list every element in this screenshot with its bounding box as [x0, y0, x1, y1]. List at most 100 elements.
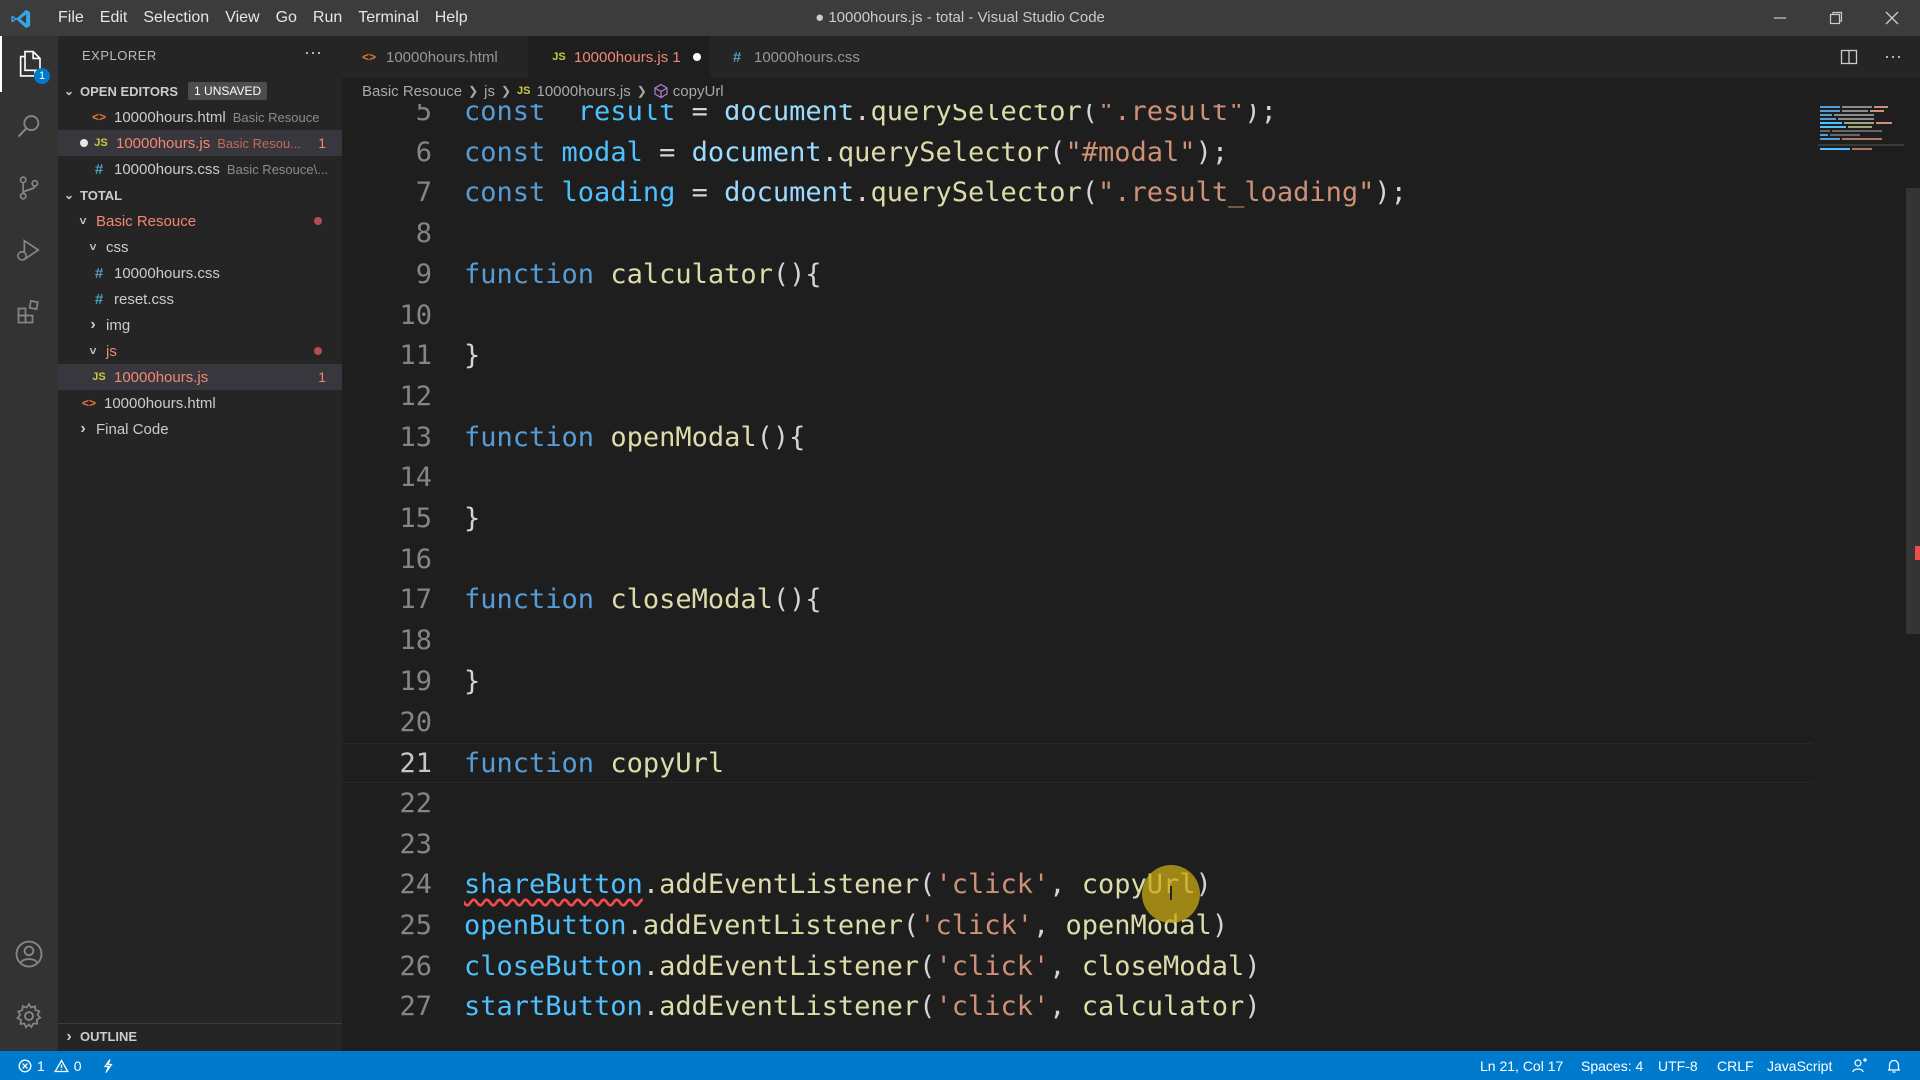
indentation-status[interactable]: Spaces: 4	[1581, 1051, 1643, 1080]
code-line[interactable]: 16	[342, 540, 1812, 580]
explorer-activity-button[interactable]: 1	[0, 36, 58, 92]
tree-file-10000hours-html[interactable]: <> 10000hours.html	[58, 390, 342, 416]
more-actions-icon[interactable]: ···	[1884, 46, 1902, 67]
code-line[interactable]: 24 shareButton.addEventListener('click', …	[342, 865, 1812, 905]
tree-folder-js[interactable]: ˅ js	[58, 338, 342, 364]
code-line[interactable]: 27 startButton.addEventListener('click', …	[342, 987, 1812, 1027]
menu-view[interactable]: View	[217, 0, 267, 36]
feedback-status[interactable]	[1852, 1051, 1868, 1080]
css-file-icon: #	[732, 48, 742, 66]
code-line[interactable]: 6 const modal = document.querySelector("#…	[342, 133, 1812, 173]
code-line[interactable]: 17 function closeModal(){	[342, 580, 1812, 620]
code-token: (){	[772, 584, 822, 616]
code-line[interactable]: 5 const result = document.querySelector("…	[342, 104, 1812, 132]
code-line[interactable]: 12	[342, 377, 1812, 417]
code-line[interactable]: 9 function calculator(){	[342, 255, 1812, 295]
search-activity-button[interactable]	[0, 98, 58, 154]
js-file-icon: JS	[517, 85, 531, 97]
code-token: copyUrl	[610, 748, 725, 780]
code-token: (	[919, 869, 936, 901]
problems-status[interactable]: 1 0	[18, 1051, 82, 1080]
run-debug-activity-button[interactable]	[0, 222, 58, 278]
chevron-down-icon: ˅	[79, 214, 87, 228]
code-line[interactable]: 14	[342, 458, 1812, 498]
chevron-down-icon: ˅	[89, 344, 97, 358]
code-line[interactable]: 11}	[342, 336, 1812, 376]
cursor-position-status[interactable]: Ln 21, Col 17	[1480, 1051, 1563, 1080]
unsaved-dot-icon[interactable]	[80, 139, 88, 147]
tree-file-10000hours-js[interactable]: JS 10000hours.js 1	[58, 364, 342, 390]
code-line[interactable]: 20	[342, 703, 1812, 743]
line-number: 24	[399, 869, 432, 901]
tab-10000hours-css[interactable]: # 10000hours.css	[710, 36, 890, 78]
tree-folder-basic-resouce[interactable]: ˅ Basic Resouce	[58, 208, 342, 234]
extensions-activity-button[interactable]	[0, 284, 58, 340]
live-share-status[interactable]	[100, 1051, 116, 1080]
menu-go[interactable]: Go	[268, 0, 305, 36]
code-token: querySelector	[870, 104, 1082, 127]
scrollbar-thumb[interactable]	[1906, 188, 1920, 634]
feedback-icon	[1852, 1057, 1867, 1072]
tree-file-10000hours-css[interactable]: # 10000hours.css	[58, 260, 342, 286]
tree-file-reset-css[interactable]: # reset.css	[58, 286, 342, 312]
restore-button[interactable]	[1808, 0, 1864, 36]
code-line[interactable]: 22	[342, 784, 1812, 824]
open-editor-item[interactable]: JS 10000hours.js Basic Resou... 1	[58, 130, 342, 156]
close-window-button[interactable]	[1864, 0, 1920, 36]
tree-folder-css[interactable]: ˅ css	[58, 234, 342, 260]
code-token: modal	[561, 136, 643, 168]
code-line[interactable]: 23	[342, 825, 1812, 865]
code-line[interactable]: 19}	[342, 662, 1812, 702]
code-token: =	[675, 104, 725, 127]
split-editor-icon[interactable]	[1840, 48, 1858, 66]
minimize-button[interactable]	[1752, 0, 1808, 36]
workspace-section-header[interactable]: ⌄ TOTAL	[58, 182, 342, 208]
open-editor-item[interactable]: # 10000hours.css Basic Resouce\...	[58, 156, 342, 182]
minimap[interactable]	[1818, 104, 1904, 160]
breadcrumb-folder[interactable]: Basic Resouce	[362, 83, 462, 100]
breadcrumb-folder[interactable]: js	[484, 83, 495, 100]
code-line[interactable]: 26 closeButton.addEventListener('click', …	[342, 947, 1812, 987]
code-editor[interactable]: 5 const result = document.querySelector("…	[342, 104, 1920, 1051]
menu-help[interactable]: Help	[427, 0, 476, 36]
code-line[interactable]: 7 const loading = document.querySelector(…	[342, 173, 1812, 213]
code-line[interactable]: 13 function openModal(){	[342, 418, 1812, 458]
manage-activity-button[interactable]	[0, 988, 58, 1044]
explorer-more-actions-button[interactable]: ···	[304, 42, 322, 63]
code-line[interactable]: 8	[342, 214, 1812, 254]
code-token: .	[642, 950, 660, 982]
source-control-activity-button[interactable]	[0, 160, 58, 216]
menu-terminal[interactable]: Terminal	[350, 0, 426, 36]
breadcrumb-file[interactable]: 10000hours.js	[537, 83, 631, 100]
html-file-icon: <>	[91, 110, 106, 124]
code-line[interactable]: 15}	[342, 499, 1812, 539]
code-line[interactable]: 25 openButton.addEventListener('click', o…	[342, 906, 1812, 946]
tree-folder-img[interactable]: › img	[58, 312, 342, 338]
open-editor-item[interactable]: <> 10000hours.html Basic Resouce	[58, 104, 342, 130]
tab-10000hours-js[interactable]: JS 10000hours.js 1	[528, 36, 710, 78]
code-line[interactable]: 21 function copyUrl	[342, 743, 1812, 784]
eol-status[interactable]: CRLF	[1717, 1051, 1754, 1080]
tree-folder-final-code[interactable]: › Final Code	[58, 416, 342, 442]
outline-section-header[interactable]: › OUTLINE	[58, 1023, 342, 1049]
open-editors-section-header[interactable]: ⌄ OPEN EDITORS 1 UNSAVED	[58, 78, 342, 104]
code-text: const result = document.querySelector(".…	[464, 104, 1277, 132]
code-token: .	[821, 136, 838, 168]
code-token: addEventListener	[659, 950, 920, 982]
language-mode-status[interactable]: JavaScript	[1767, 1051, 1832, 1080]
code-line[interactable]: 10	[342, 296, 1812, 336]
breadcrumb-symbol[interactable]: copyUrl	[673, 83, 724, 100]
notifications-status[interactable]	[1886, 1051, 1902, 1080]
editor-scrollbar[interactable]	[1904, 104, 1920, 1051]
tab-10000hours-html[interactable]: <> 10000hours.html	[342, 36, 528, 78]
menu-file[interactable]: File	[50, 0, 92, 36]
menu-selection[interactable]: Selection	[135, 0, 217, 36]
encoding-status[interactable]: UTF-8	[1658, 1051, 1698, 1080]
menu-run[interactable]: Run	[305, 0, 350, 36]
code-line[interactable]: 18	[342, 621, 1812, 661]
js-file-icon: JS	[94, 137, 108, 149]
menu-edit[interactable]: Edit	[92, 0, 136, 36]
unsaved-dot-icon[interactable]	[692, 53, 701, 61]
close-icon	[1885, 11, 1899, 25]
accounts-activity-button[interactable]	[0, 926, 58, 982]
